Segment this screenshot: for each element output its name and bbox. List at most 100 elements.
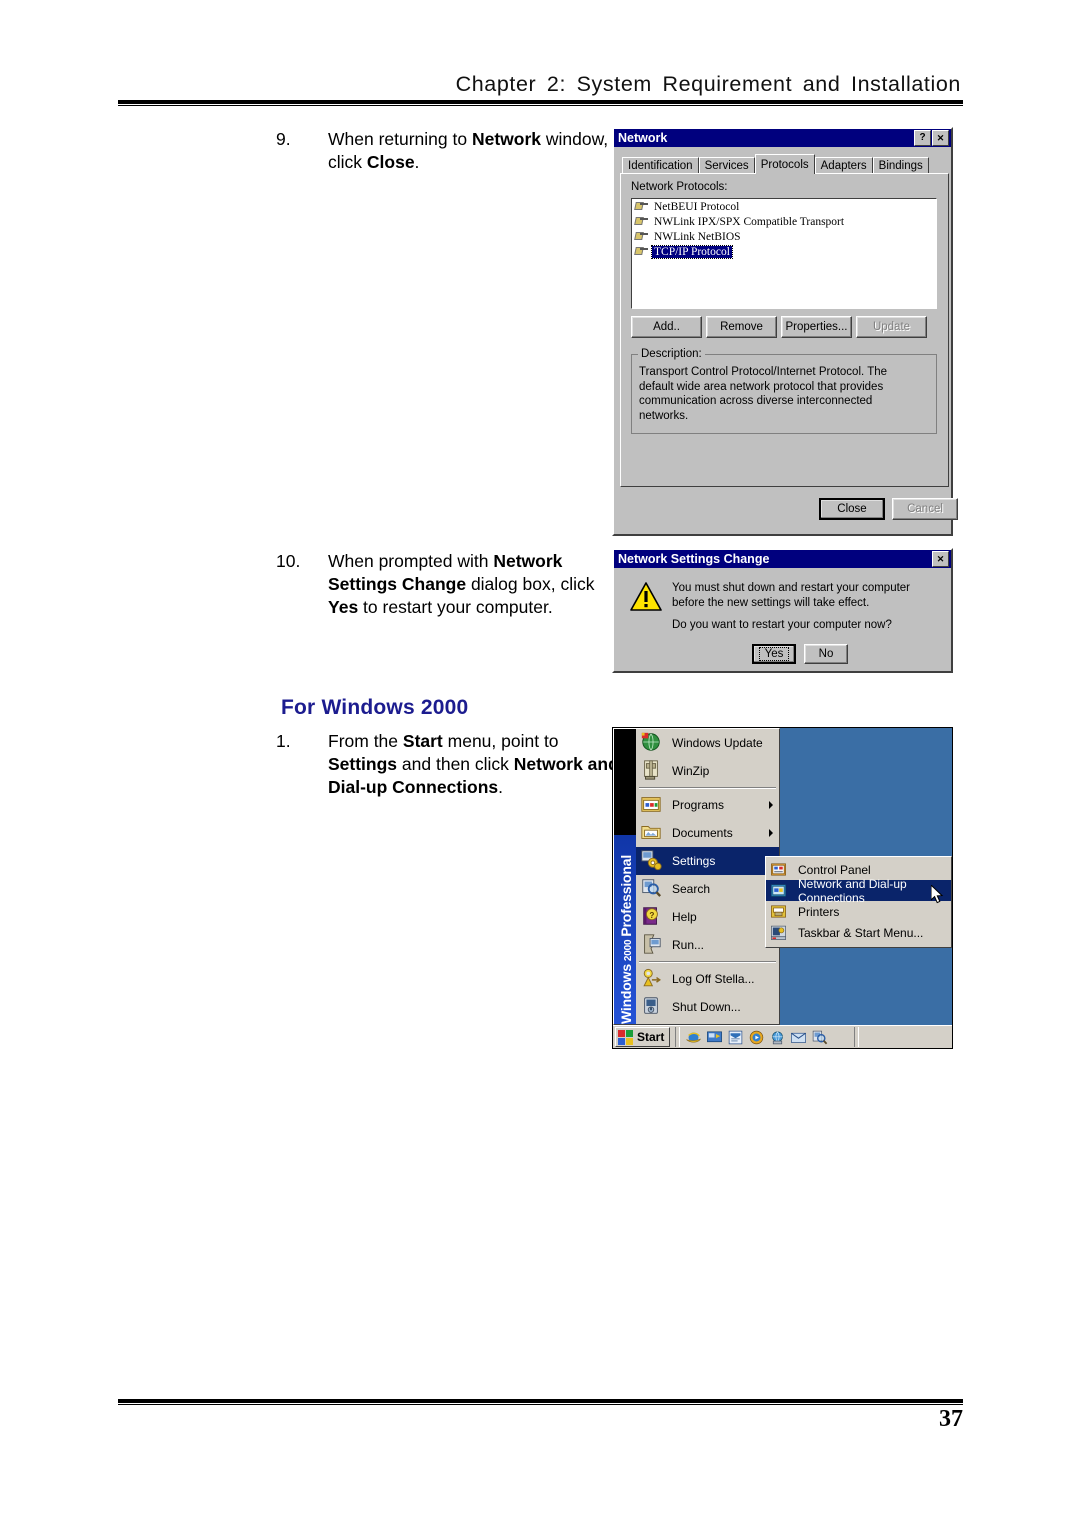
start-menu-item-settings[interactable]: Settings [636, 847, 779, 875]
show-desktop-icon[interactable] [706, 1029, 723, 1046]
network-icon[interactable] [769, 1029, 786, 1046]
page-header-word: and [802, 72, 841, 96]
settings-change-message-2: Do you want to restart your computer now… [672, 619, 892, 631]
step-text-run: . [414, 152, 420, 172]
submenu-item-network-and-dial-up-connections[interactable]: Network and Dial-up Connections [766, 877, 951, 905]
settings-icon [640, 849, 666, 873]
instruction-step-10: 10. When prompted with Network Settings … [276, 550, 620, 619]
page-header-word: 2: [546, 72, 567, 96]
protocol-list-item[interactable]: NetBEUI Protocol [632, 199, 936, 214]
settings-submenu[interactable]: Control Panel Network and Dial-up Connect… [765, 856, 952, 948]
step-number: 1. [276, 731, 291, 751]
no-button[interactable]: No [804, 644, 848, 664]
update-button: Update [856, 316, 927, 338]
start-menu-item-windows-update[interactable]: Windows Update [636, 729, 779, 757]
outlook-express-icon[interactable] [727, 1029, 744, 1046]
footer-divider [118, 1399, 963, 1403]
close-button[interactable]: Close [819, 498, 885, 520]
protocol-name: NetBEUI Protocol [654, 200, 740, 213]
media-player-icon[interactable] [748, 1029, 765, 1046]
start-menu-item-run[interactable]: Run... [636, 931, 779, 959]
step-text-emphasis: Start [402, 731, 443, 751]
submenu-arrow-icon [769, 829, 773, 837]
network-protocols-label: Network Protocols: [631, 181, 728, 193]
taskbar-divider [675, 1027, 681, 1047]
mail-icon[interactable] [790, 1029, 807, 1046]
start-menu[interactable]: Windows2000Professional Windows Update Wi… [613, 728, 780, 1025]
search-icon[interactable] [811, 1029, 828, 1046]
network-dialog-title: Network [618, 131, 668, 145]
add-button[interactable]: Add.. [631, 316, 702, 338]
start-menu-item-label: Run... [672, 938, 705, 952]
protocol-icon [635, 201, 648, 213]
step-text-run: dialog box, click [466, 574, 595, 594]
step-text-emphasis: Yes [328, 597, 359, 617]
header-divider [118, 100, 963, 104]
protocol-list-item[interactable]: NWLink NetBIOS [632, 229, 936, 244]
start-menu-item-list[interactable]: Windows Update WinZip Programs Documents Set… [636, 729, 779, 1024]
search-icon [640, 877, 666, 901]
description-text: Transport Control Protocol/Internet Prot… [639, 366, 888, 422]
tab-bindings[interactable]: Bindings [872, 157, 929, 174]
start-menu-item-search[interactable]: Search [636, 875, 779, 903]
protocol-icon [635, 246, 648, 258]
start-menu-item-label: Settings [672, 854, 716, 868]
start-menu-item-winzip[interactable]: WinZip [636, 757, 779, 785]
taskbar-startmenu-icon [770, 924, 792, 942]
logoff-icon [640, 967, 666, 991]
start-button[interactable]: Start [615, 1027, 671, 1047]
properties-button[interactable]: Properties... [781, 316, 852, 338]
protocol-name: TCP/IP Protocol [651, 244, 733, 259]
taskbar-divider-2 [854, 1027, 860, 1047]
protocol-list-item[interactable]: TCP/IP Protocol [632, 244, 936, 259]
tab-identification[interactable]: Identification [622, 157, 699, 174]
start-button-label: Start [637, 1030, 665, 1044]
description-groupbox: Description: Transport Control Protocol/… [631, 348, 937, 434]
yes-button[interactable]: Yes [752, 644, 796, 664]
section-heading: For Windows 2000 [281, 696, 469, 719]
start-menu-item-label: Shut Down... [672, 1000, 741, 1014]
start-menu-item-label: Search [672, 882, 711, 896]
close-icon[interactable]: ✕ [932, 551, 949, 567]
start-menu-item-label: Programs [672, 798, 725, 812]
start-menu-item-shut-down[interactable]: Shut Down... [636, 993, 779, 1021]
submenu-item-taskbar-start-menu[interactable]: Taskbar & Start Menu... [766, 922, 951, 943]
page-header: Chapter 2: System Requirement and Instal… [118, 72, 963, 97]
shutdown-icon [640, 995, 666, 1019]
help-icon[interactable]: ? [914, 130, 931, 146]
network-dialog-tabstrip[interactable]: Identification Services Protocols Adapters B… [622, 154, 929, 174]
network-dialog[interactable]: Network ? ✕ Identification Services Protoc… [612, 127, 958, 536]
internet-explorer-icon[interactable] [685, 1029, 702, 1046]
mouse-cursor-icon [930, 883, 945, 910]
network-protocols-listbox[interactable]: NetBEUI Protocol NWLink IPX/SPX Compatibl… [631, 198, 937, 309]
start-menu-item-documents[interactable]: Documents [636, 819, 779, 847]
tab-protocols[interactable]: Protocols [754, 154, 815, 174]
tab-services[interactable]: Services [698, 157, 755, 174]
step-text: When returning to Network window, click … [328, 128, 620, 174]
page-header-word: Requirement [662, 72, 793, 96]
protocol-list-item[interactable]: NWLink IPX/SPX Compatible Transport [632, 214, 936, 229]
start-menu-separator [639, 787, 776, 789]
protocol-name: NWLink NetBIOS [654, 230, 741, 243]
step-text-emphasis: Close [366, 152, 415, 172]
protocol-icon [635, 231, 648, 243]
run-icon [640, 933, 666, 957]
submenu-item-label: Network and Dial-up Connections [798, 876, 907, 905]
taskbar[interactable]: Start [613, 1025, 952, 1048]
page-header-word: Installation [851, 72, 961, 96]
remove-button[interactable]: Remove [706, 316, 777, 338]
start-menu-item-help[interactable]: ? Help [636, 903, 779, 931]
close-icon[interactable]: ✕ [932, 130, 949, 146]
step-number: 10. [276, 551, 301, 571]
submenu-item-label: Control Panel [798, 862, 871, 877]
quick-launch-bar[interactable] [683, 1029, 828, 1046]
start-menu-item-log-off-stella[interactable]: Log Off Stella... [636, 965, 779, 993]
step-text: From the Start menu, point to Settings a… [328, 730, 620, 799]
step-text-run: . [498, 777, 504, 797]
start-menu-item-programs[interactable]: Programs [636, 791, 779, 819]
tab-adapters[interactable]: Adapters [814, 157, 873, 174]
settings-change-message-1: You must shut down and restart your comp… [672, 582, 911, 609]
network-settings-change-dialog[interactable]: Network Settings Change ✕ You must shut … [612, 548, 953, 673]
documents-icon [640, 821, 666, 845]
network-dialog-titlebar: Network ? ✕ [614, 129, 951, 147]
